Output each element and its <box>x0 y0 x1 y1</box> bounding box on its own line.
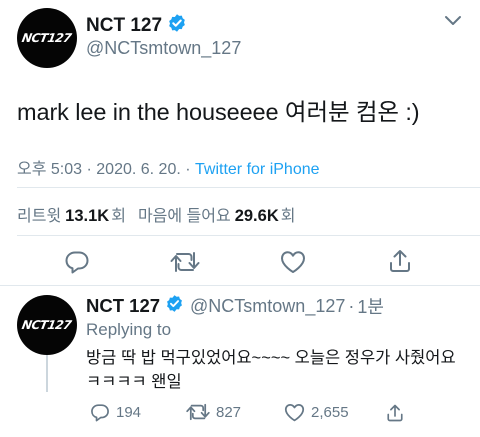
display-name[interactable]: NCT 127 <box>86 15 162 37</box>
meta-separator: · <box>86 161 92 178</box>
reply-retweet-button[interactable]: 827 <box>186 403 241 421</box>
nct127-logo: NCT127 <box>21 318 73 332</box>
reply-like-count: 2,655 <box>311 404 349 421</box>
reply-text-line: ㅋㅋㅋㅋ 왠일 <box>86 373 182 391</box>
reply-button[interactable] <box>64 250 90 274</box>
reply-display-name[interactable]: NCT 127 <box>86 295 160 317</box>
thread-line <box>46 355 48 392</box>
tweet-time[interactable]: 오후 5:03 <box>17 161 82 178</box>
reply-text-line: 방금 딱 밥 먹구있었어요~~~~ 오늘은 정우가 사줬어요 <box>86 349 456 367</box>
share-button[interactable] <box>388 248 412 274</box>
reply-icon <box>91 404 109 422</box>
reply-text: 방금 딱 밥 먹구있었어요~~~~ 오늘은 정우가 사줬어요 ㅋㅋㅋㅋ 왠일 <box>86 346 471 394</box>
meta-separator: · <box>185 161 191 178</box>
reply-time[interactable]: 1분 <box>357 293 384 319</box>
heart-icon <box>281 251 305 273</box>
likes-label[interactable]: 마음에 들어요 <box>138 202 231 226</box>
divider <box>17 187 480 188</box>
verified-badge-icon <box>167 13 187 38</box>
retweets-unit: 회 <box>111 208 126 225</box>
meta-separator: · <box>348 295 355 316</box>
likes-unit: 회 <box>280 208 296 225</box>
reply-avatar[interactable]: NCT127 <box>17 295 77 355</box>
reply-share-button[interactable] <box>386 403 404 423</box>
chevron-down-icon[interactable] <box>444 14 462 28</box>
heart-icon <box>284 403 305 422</box>
tweet-source[interactable]: Twitter for iPhone <box>195 161 320 178</box>
share-icon <box>387 404 403 422</box>
replying-to: Replying to <box>86 320 171 340</box>
divider <box>17 235 480 236</box>
share-icon <box>390 250 410 272</box>
retweet-icon <box>186 403 210 421</box>
verified-badge-icon <box>165 294 184 318</box>
retweet-icon <box>170 252 200 273</box>
tweet-text: mark lee in the houseeee 여러분 컴온 :) <box>17 99 420 125</box>
reply-reply-button[interactable]: 194 <box>90 403 141 422</box>
reply-retweet-count: 827 <box>216 403 242 421</box>
nct127-logo: NCT127 <box>21 31 73 45</box>
like-button[interactable] <box>280 250 306 274</box>
replying-to-label: Replying to <box>86 320 172 339</box>
reply-author-row[interactable]: NCT 127 @NCTsmtown_127 · 1분 <box>86 293 384 319</box>
reply-count: 194 <box>116 404 142 421</box>
tweet-date[interactable]: 2020. 6. 20. <box>96 161 181 178</box>
tweet-meta: 오후 5:03 · 2020. 6. 20. · Twitter for iPh… <box>17 155 320 179</box>
reply-handle[interactable]: @NCTsmtown_127 <box>190 296 345 317</box>
handle[interactable]: @NCTsmtown_127 <box>86 38 241 59</box>
reply-icon <box>65 251 89 274</box>
author-name-row[interactable]: NCT 127 <box>86 13 187 38</box>
divider <box>0 285 480 286</box>
tweet-stats: 리트윗 13.1K 회 마음에 들어요 29.6K 회 <box>17 202 295 226</box>
retweet-button[interactable] <box>170 251 200 273</box>
avatar[interactable]: NCT127 <box>17 8 77 68</box>
retweets-count[interactable]: 13.1K <box>65 207 109 226</box>
retweets-label[interactable]: 리트윗 <box>17 202 61 226</box>
likes-count[interactable]: 29.6K <box>235 207 279 226</box>
reply-like-button[interactable]: 2,655 <box>284 403 349 422</box>
